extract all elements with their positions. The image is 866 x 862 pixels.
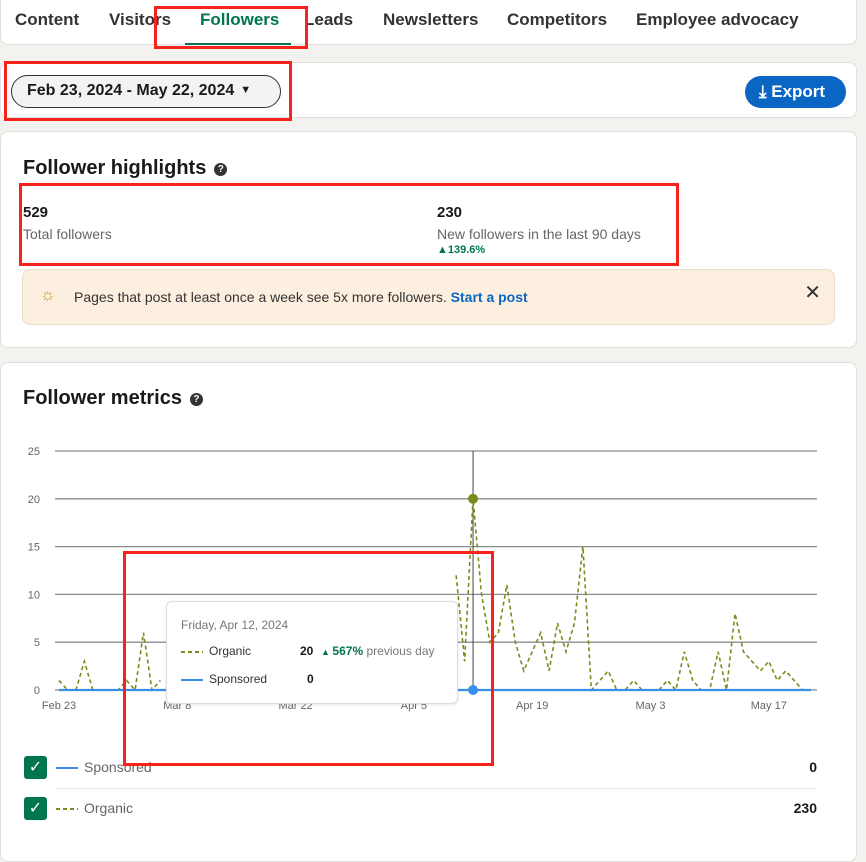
tooltip-organic-value: 20: [300, 644, 314, 658]
tooltip-sponsored-label: Sponsored: [209, 672, 268, 686]
legend-name: Sponsored: [84, 759, 152, 775]
sponsored-line-icon: [56, 767, 78, 769]
series-line-organic: [58, 632, 161, 692]
sponsored-line-icon: [181, 679, 203, 681]
tooltip-sponsored-value: 0: [307, 672, 314, 686]
tooltip-date: Friday, Apr 12, 2024: [181, 618, 289, 632]
legend-organic: ✓ Organic 230: [24, 797, 817, 821]
x-tick-label: May 17: [751, 700, 787, 712]
organic-checkbox[interactable]: ✓: [24, 797, 47, 820]
highlight-point-organic: [468, 493, 479, 504]
tooltip-organic-change: ▲ 567% previous day: [321, 644, 435, 658]
y-tick-label: 10: [28, 589, 40, 601]
chart-tooltip: Friday, Apr 12, 2024 Organic 20 ▲ 567% p…: [166, 601, 458, 704]
legend-sponsored: ✓ Sponsored 0: [24, 756, 817, 780]
tooltip-organic-label: Organic: [209, 644, 252, 658]
organic-dash-icon: [181, 651, 203, 653]
y-tick-label: 20: [28, 494, 40, 506]
follower-metrics-chart[interactable]: 0510152025Feb 23 Mar 8 Mar 22 Apr 5 Apr 19 Ma…: [0, 0, 866, 849]
sponsored-checkbox[interactable]: ✓: [24, 756, 47, 779]
highlight-point-sponsored: [468, 685, 479, 695]
y-tick-label: 25: [28, 446, 40, 458]
y-tick-label: 0: [34, 685, 40, 697]
divider: [56, 788, 817, 789]
x-tick-label: Feb 23: [42, 700, 76, 712]
x-tick-label: Apr 19: [516, 700, 548, 712]
x-tick-label: May 3: [636, 700, 666, 712]
legend-name: Organic: [84, 800, 134, 816]
y-tick-label: 5: [34, 637, 40, 649]
organic-dash-icon: [56, 808, 78, 810]
legend-value: 230: [793, 800, 817, 816]
y-tick-label: 15: [28, 542, 40, 554]
legend-value: 0: [809, 759, 817, 775]
